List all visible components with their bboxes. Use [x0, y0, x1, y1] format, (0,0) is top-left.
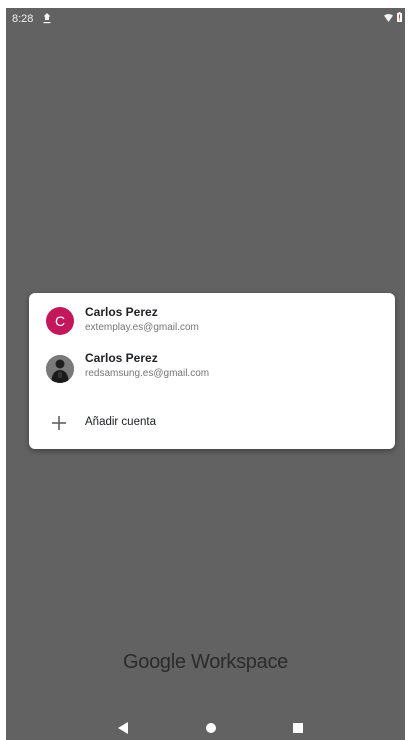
- recents-icon[interactable]: [293, 723, 303, 733]
- plus-icon: [52, 416, 66, 430]
- avatar: C: [46, 307, 74, 335]
- avatar-photo: [46, 355, 74, 383]
- person-photo-icon: [46, 355, 74, 383]
- navigation-bar: [6, 716, 405, 740]
- add-account-button[interactable]: Añadir cuenta: [29, 404, 395, 442]
- status-bar: 8:28: [6, 8, 405, 28]
- brand-workspace: Workspace: [191, 651, 288, 673]
- account-name: Carlos Perez: [85, 305, 158, 319]
- add-account-label: Añadir cuenta: [85, 416, 156, 428]
- account-item-redsamsung[interactable]: Carlos Perez redsamsung.es@gmail.com: [29, 345, 395, 391]
- account-email: extemplay.es@gmail.com: [85, 322, 199, 333]
- account-name: Carlos Perez: [85, 351, 158, 365]
- battery-alert-icon: [397, 12, 402, 22]
- wifi-icon: [384, 14, 393, 22]
- home-icon[interactable]: [206, 723, 216, 733]
- screen: 8:28 C Carlos Perez extemplay.es@gmail.c…: [6, 8, 405, 740]
- account-email: redsamsung.es@gmail.com: [85, 368, 210, 379]
- status-time: 8:28: [12, 13, 34, 25]
- upload-icon: [43, 13, 51, 24]
- back-icon[interactable]: [118, 722, 128, 734]
- account-chooser-dialog: C Carlos Perez extemplay.es@gmail.com Ca…: [29, 293, 395, 449]
- google-workspace-logo: Google Workspace: [6, 651, 405, 674]
- brand-google: Google: [123, 651, 186, 673]
- account-item-extemplay[interactable]: C Carlos Perez extemplay.es@gmail.com: [29, 299, 395, 345]
